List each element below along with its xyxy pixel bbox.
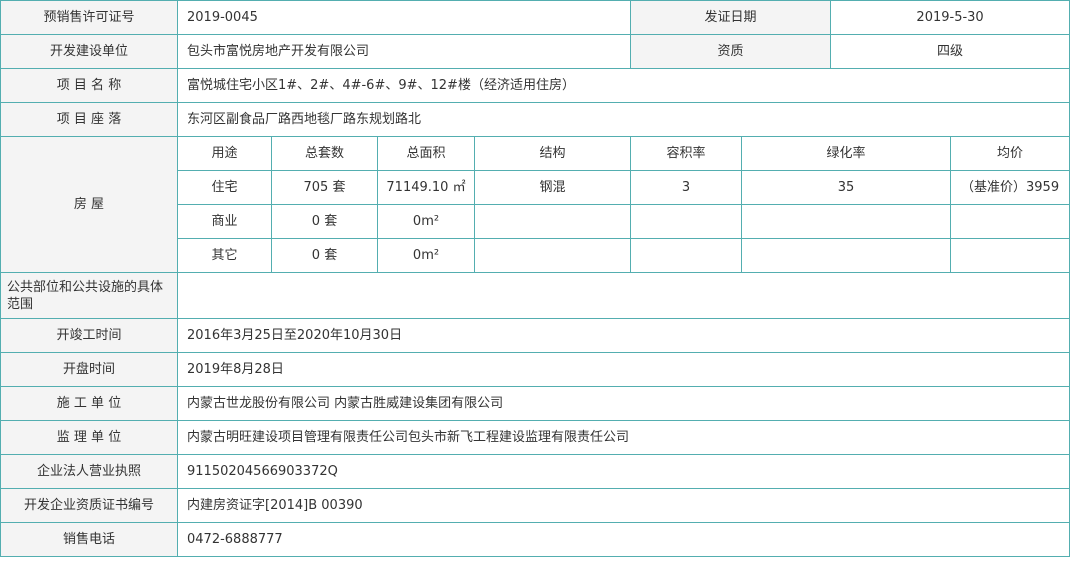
housing-cell: 0m² (377, 238, 475, 273)
developer-value: 包头市富悦房地产开发有限公司 (176, 34, 632, 69)
project-name-label: 项 目 名 称 (0, 68, 178, 103)
construction-period-label: 开竣工时间 (0, 318, 178, 353)
business-license-label: 企业法人营业执照 (0, 454, 178, 489)
license-value: 2019-0045 (176, 0, 632, 35)
opening-date-label: 开盘时间 (0, 352, 178, 387)
project-location-value: 东河区副食品厂路西地毯厂路东规划路北 (176, 102, 1070, 137)
housing-cell (950, 238, 1070, 273)
housing-cell: 3 (630, 170, 743, 205)
opening-date-value: 2019年8月28日 (176, 352, 1070, 387)
qualification-label: 资质 (630, 34, 832, 69)
presale-info-table: 预销售许可证号 2019-0045 发证日期 2019-5-30 开发建设单位 … (0, 0, 1070, 557)
row-business-license: 企业法人营业执照 91150204566903372Q (0, 454, 1070, 489)
contractor-label: 施 工 单 位 (0, 386, 178, 421)
housing-header-cell: 总套数 (271, 136, 378, 171)
housing-cell (741, 238, 952, 273)
housing-cell: 0 套 (271, 204, 378, 239)
housing-cell: （基准价）3959 (950, 170, 1070, 205)
supervisor-label: 监 理 单 位 (0, 420, 178, 455)
license-label: 预销售许可证号 (0, 0, 178, 35)
housing-cell: 其它 (177, 238, 272, 273)
contractor-value: 内蒙古世龙股份有限公司 内蒙古胜威建设集团有限公司 (176, 386, 1070, 421)
business-license-value: 91150204566903372Q (176, 454, 1070, 489)
row-public-facilities: 公共部位和公共设施的具体范围 (0, 272, 1070, 319)
sales-phone-value: 0472-6888777 (176, 522, 1070, 557)
project-location-label: 项 目 座 落 (0, 102, 178, 137)
qualification-cert-label: 开发企业资质证书编号 (0, 488, 178, 523)
project-name-value: 富悦城住宅小区1#、2#、4#-6#、9#、12#楼（经济适用住房） (176, 68, 1070, 103)
row-construction-period: 开竣工时间 2016年3月25日至2020年10月30日 (0, 318, 1070, 353)
public-facilities-label: 公共部位和公共设施的具体范围 (0, 272, 178, 319)
housing-cell: 0 套 (271, 238, 378, 273)
row-project-name: 项 目 名 称 富悦城住宅小区1#、2#、4#-6#、9#、12#楼（经济适用住… (0, 68, 1070, 103)
housing-cell: 钢混 (473, 170, 632, 205)
housing-header-row: 房 屋 用途 总套数 总面积 结构 容积率 绿化率 均价 (0, 136, 1070, 273)
housing-cell (473, 204, 632, 239)
housing-cell (630, 238, 743, 273)
row-sales-phone: 销售电话 0472-6888777 (0, 522, 1070, 557)
housing-label: 房 屋 (0, 136, 178, 273)
housing-header-cell: 容积率 (630, 136, 743, 171)
housing-header-cell: 结构 (473, 136, 632, 171)
housing-header-cell: 均价 (950, 136, 1070, 171)
developer-label: 开发建设单位 (0, 34, 178, 69)
row-supervisor: 监 理 单 位 内蒙古明旺建设项目管理有限责任公司包头市新飞工程建设监理有限责任… (0, 420, 1070, 455)
issue-date-value: 2019-5-30 (830, 0, 1070, 35)
row-developer: 开发建设单位 包头市富悦房地产开发有限公司 资质 四级 (0, 34, 1070, 69)
housing-header-cell: 总面积 (377, 136, 475, 171)
row-contractor: 施 工 单 位 内蒙古世龙股份有限公司 内蒙古胜威建设集团有限公司 (0, 386, 1070, 421)
housing-cell: 71149.10 ㎡ (377, 170, 475, 205)
row-qualification-cert: 开发企业资质证书编号 内建房资证字[2014]B 00390 (0, 488, 1070, 523)
qualification-value: 四级 (830, 34, 1070, 69)
supervisor-value: 内蒙古明旺建设项目管理有限责任公司包头市新飞工程建设监理有限责任公司 (176, 420, 1070, 455)
housing-cell (630, 204, 743, 239)
housing-cell (741, 204, 952, 239)
housing-header-cell: 绿化率 (741, 136, 952, 171)
housing-cell (950, 204, 1070, 239)
housing-cell (473, 238, 632, 273)
housing-cell: 住宅 (177, 170, 272, 205)
housing-cell: 商业 (177, 204, 272, 239)
row-project-location: 项 目 座 落 东河区副食品厂路西地毯厂路东规划路北 (0, 102, 1070, 137)
public-facilities-value (176, 272, 1070, 319)
qualification-cert-value: 内建房资证字[2014]B 00390 (176, 488, 1070, 523)
row-license: 预销售许可证号 2019-0045 发证日期 2019-5-30 (0, 0, 1070, 35)
sales-phone-label: 销售电话 (0, 522, 178, 557)
construction-period-value: 2016年3月25日至2020年10月30日 (176, 318, 1070, 353)
housing-cell: 35 (741, 170, 952, 205)
housing-cell: 705 套 (271, 170, 378, 205)
row-opening-date: 开盘时间 2019年8月28日 (0, 352, 1070, 387)
housing-cell: 0m² (377, 204, 475, 239)
housing-header-cell: 用途 (177, 136, 272, 171)
issue-date-label: 发证日期 (630, 0, 832, 35)
